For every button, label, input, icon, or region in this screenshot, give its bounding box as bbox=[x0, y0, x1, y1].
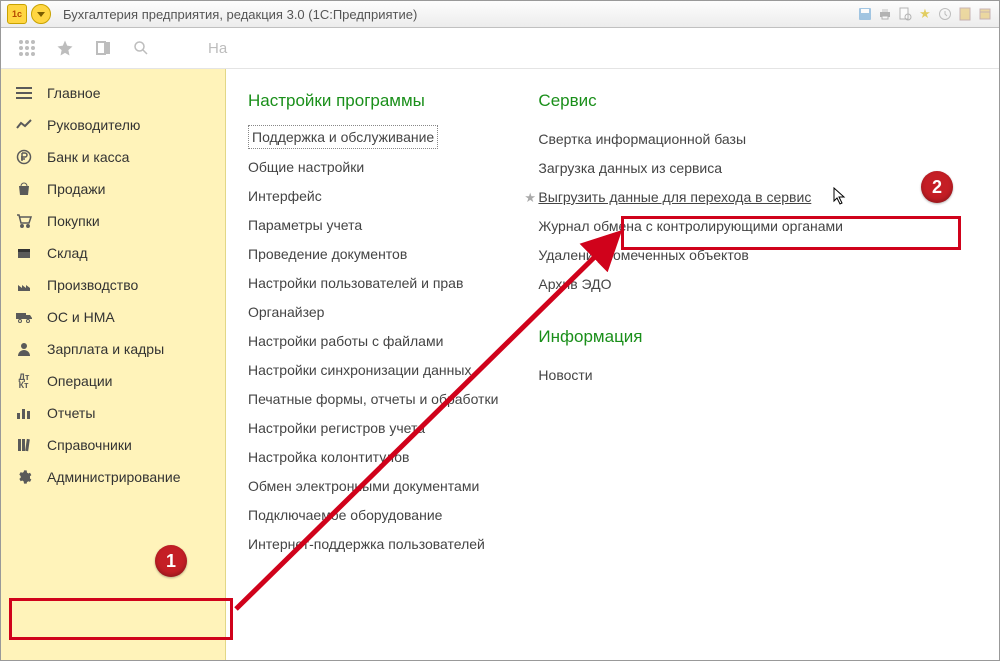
sidebar-item-label: Производство bbox=[47, 277, 138, 293]
service-heading: Сервис bbox=[538, 91, 843, 111]
menu-icon bbox=[15, 86, 33, 100]
factory-icon bbox=[15, 277, 33, 293]
sidebar-item-label: Продажи bbox=[47, 181, 105, 197]
sidebar-item-salary[interactable]: Зарплата и кадры bbox=[1, 333, 225, 365]
sidebar-item-reports[interactable]: Отчеты bbox=[1, 397, 225, 429]
main-menu-dropdown[interactable] bbox=[31, 4, 51, 24]
user-icon bbox=[15, 341, 33, 357]
sidebar: Главное Руководителю Банк и касса Продаж… bbox=[1, 69, 226, 661]
save-icon[interactable] bbox=[857, 6, 873, 22]
settings-link[interactable]: Печатные формы, отчеты и обработки bbox=[248, 385, 498, 414]
service-link[interactable]: Загрузка данных из сервиса bbox=[538, 154, 843, 183]
settings-heading: Настройки программы bbox=[248, 91, 498, 111]
calc-icon[interactable] bbox=[957, 6, 973, 22]
sidebar-item-catalogs[interactable]: Справочники bbox=[1, 429, 225, 461]
truck-icon bbox=[15, 310, 33, 324]
chart-icon bbox=[15, 118, 33, 132]
cart-icon bbox=[15, 213, 33, 229]
settings-link[interactable]: Интернет-поддержка пользователей bbox=[248, 530, 498, 559]
search-placeholder[interactable]: На bbox=[196, 40, 227, 57]
titlebar: 1c Бухгалтерия предприятия, редакция 3.0… bbox=[1, 1, 999, 28]
sidebar-item-label: Покупки bbox=[47, 213, 100, 229]
app-window: 1c Бухгалтерия предприятия, редакция 3.0… bbox=[0, 0, 1000, 661]
service-link[interactable]: Журнал обмена с контролирующими органами bbox=[538, 212, 843, 241]
settings-column: Настройки программы Поддержка и обслужив… bbox=[248, 87, 498, 559]
sidebar-item-label: Отчеты bbox=[47, 405, 95, 421]
settings-link[interactable]: Настройки регистров учета bbox=[248, 414, 498, 443]
settings-link[interactable]: Подключаемое оборудование bbox=[248, 501, 498, 530]
sidebar-item-bank[interactable]: Банк и касса bbox=[1, 141, 225, 173]
sidebar-item-label: Операции bbox=[47, 373, 113, 389]
print-icon[interactable] bbox=[877, 6, 893, 22]
star-icon[interactable] bbox=[53, 36, 77, 60]
settings-link[interactable]: Общие настройки bbox=[248, 153, 498, 182]
service-link-export[interactable]: Выгрузить данные для перехода в сервис bbox=[538, 183, 811, 212]
settings-link[interactable]: Интерфейс bbox=[248, 182, 498, 211]
sidebar-item-label: Главное bbox=[47, 85, 101, 101]
service-link[interactable]: Архив ЭДО bbox=[538, 270, 843, 299]
settings-link[interactable]: Настройки работы с файлами bbox=[248, 327, 498, 356]
titlebar-tools: ★ bbox=[857, 6, 993, 22]
service-link[interactable]: Удаление помеченных объектов bbox=[538, 241, 843, 270]
sidebar-item-label: Справочники bbox=[47, 437, 132, 453]
gear-icon bbox=[15, 469, 33, 485]
sidebar-item-operations[interactable]: ДтКт Операции bbox=[1, 365, 225, 397]
sidebar-item-stock[interactable]: Склад bbox=[1, 237, 225, 269]
functions-panel: Настройки программы Поддержка и обслужив… bbox=[226, 69, 999, 661]
books-icon bbox=[15, 437, 33, 453]
sidebar-item-assets[interactable]: ОС и НМА bbox=[1, 301, 225, 333]
settings-link[interactable]: Проведение документов bbox=[248, 240, 498, 269]
sidebar-item-label: Зарплата и кадры bbox=[47, 341, 164, 357]
settings-link[interactable]: Настройка колонтитулов bbox=[248, 443, 498, 472]
service-column: Сервис Свертка информационной базы Загру… bbox=[538, 87, 843, 559]
history-icon[interactable] bbox=[937, 6, 953, 22]
sections-icon[interactable] bbox=[15, 36, 39, 60]
cursor-icon bbox=[833, 187, 847, 208]
favorite-icon[interactable]: ★ bbox=[917, 6, 933, 22]
star-marker-icon: ★ bbox=[524, 190, 534, 206]
sidebar-item-label: Администрирование bbox=[47, 469, 181, 485]
preview-icon[interactable] bbox=[897, 6, 913, 22]
sidebar-item-label: Руководителю bbox=[47, 117, 140, 133]
calendar-icon[interactable] bbox=[977, 6, 993, 22]
settings-link[interactable]: Поддержка и обслуживание bbox=[248, 125, 438, 149]
settings-link[interactable]: Настройки пользователей и прав bbox=[248, 269, 498, 298]
service-link[interactable]: Свертка информационной базы bbox=[538, 125, 843, 154]
bars-icon bbox=[15, 406, 33, 420]
sidebar-item-manager[interactable]: Руководителю bbox=[1, 109, 225, 141]
bag-icon bbox=[15, 181, 33, 197]
history-nav-icon[interactable] bbox=[91, 36, 115, 60]
sidebar-item-sales[interactable]: Продажи bbox=[1, 173, 225, 205]
sidebar-item-production[interactable]: Производство bbox=[1, 269, 225, 301]
dtct-icon: ДтКт bbox=[15, 373, 33, 389]
sidebar-item-label: ОС и НМА bbox=[47, 309, 115, 325]
search-icon[interactable] bbox=[129, 36, 153, 60]
window-title: Бухгалтерия предприятия, редакция 3.0 (1… bbox=[63, 7, 853, 22]
app-logo-icon: 1c bbox=[7, 4, 27, 24]
sidebar-item-admin[interactable]: Администрирование bbox=[1, 461, 225, 493]
sidebar-item-purchases[interactable]: Покупки bbox=[1, 205, 225, 237]
box-icon bbox=[15, 245, 33, 261]
info-heading: Информация bbox=[538, 327, 843, 347]
sidebar-item-label: Банк и касса bbox=[47, 149, 129, 165]
info-link[interactable]: Новости bbox=[538, 361, 843, 390]
toolbar: На bbox=[1, 28, 999, 69]
ruble-icon bbox=[15, 149, 33, 165]
settings-link[interactable]: Настройки синхронизации данных bbox=[248, 356, 498, 385]
settings-link[interactable]: Органайзер bbox=[248, 298, 498, 327]
settings-link[interactable]: Обмен электронными документами bbox=[248, 472, 498, 501]
settings-link[interactable]: Параметры учета bbox=[248, 211, 498, 240]
sidebar-item-main[interactable]: Главное bbox=[1, 77, 225, 109]
sidebar-item-label: Склад bbox=[47, 245, 88, 261]
